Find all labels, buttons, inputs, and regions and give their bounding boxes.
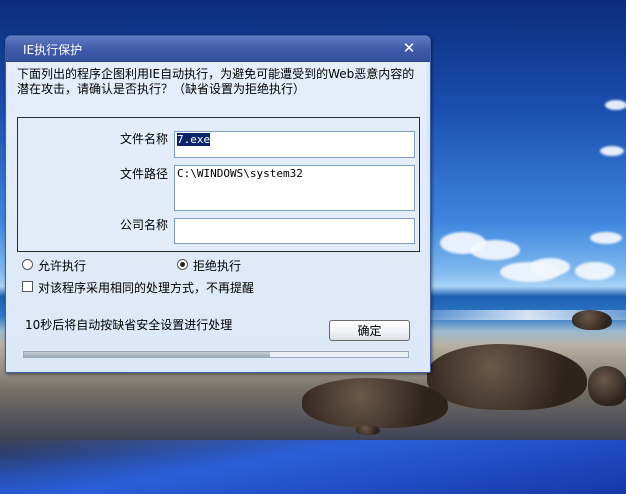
- file-path-label: 文件路径: [119, 167, 168, 181]
- allow-radio[interactable]: [22, 259, 33, 270]
- dialog-title: IE执行保护: [23, 43, 83, 57]
- warning-message: 下面列出的程序企图利用IE自动执行，为避免可能遭受到的Web恶意内容的潜在攻击，…: [17, 67, 415, 96]
- file-path-field[interactable]: C:\WINDOWS\system32: [174, 165, 415, 211]
- deny-label[interactable]: 拒绝执行: [193, 257, 241, 274]
- countdown-progress-fill: [24, 352, 270, 357]
- countdown-progress-bar: [23, 351, 409, 358]
- file-path-value: C:\WINDOWS\system32: [177, 167, 303, 180]
- close-icon[interactable]: ✕: [400, 39, 418, 57]
- file-name-value: 7.exe: [177, 133, 211, 146]
- countdown-text: 10秒后将自动按缺省安全设置进行处理: [25, 318, 233, 332]
- dialog-body: 下面列出的程序企图利用IE自动执行，为避免可能遭受到的Web恶意内容的潜在攻击，…: [8, 62, 426, 370]
- remember-checkbox[interactable]: [22, 281, 33, 292]
- allow-label[interactable]: 允许执行: [38, 257, 86, 274]
- company-name-field[interactable]: [174, 218, 415, 244]
- file-name-label: 文件名称: [119, 132, 168, 146]
- file-name-field[interactable]: 7.exe: [174, 131, 415, 158]
- company-name-label: 公司名称: [119, 218, 168, 232]
- program-info-panel: 文件名称 7.exe 文件路径 C:\WINDOWS\system32 公司名称: [17, 117, 420, 252]
- ok-button[interactable]: 确定: [329, 320, 410, 341]
- remember-label[interactable]: 对该程序采用相同的处理方式，不再提醒: [38, 279, 254, 296]
- deny-radio[interactable]: [177, 259, 188, 270]
- ie-protection-dialog: IE执行保护 ✕ 下面列出的程序企图利用IE自动执行，为避免可能遭受到的Web恶…: [5, 35, 431, 373]
- title-bar[interactable]: IE执行保护 ✕: [6, 36, 430, 62]
